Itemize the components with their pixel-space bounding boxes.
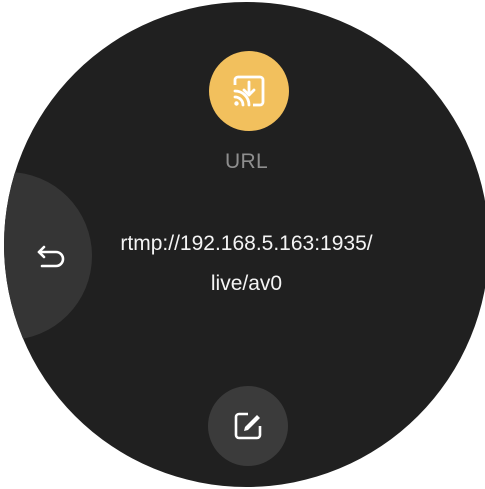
app-screen: URL rtmp://192.168.5.163:1935/ live/av0	[0, 0, 485, 489]
url-label: URL	[225, 150, 268, 173]
cast-download-icon	[233, 75, 265, 107]
edit-pencil-icon	[234, 412, 262, 440]
url-line-2: live/av0	[210, 272, 283, 295]
edit-button[interactable]	[208, 386, 288, 466]
cast-badge	[209, 51, 289, 131]
round-watch-face: URL rtmp://192.168.5.163:1935/ live/av0	[4, 2, 485, 487]
url-value: rtmp://192.168.5.163:1935/ live/av0	[4, 224, 485, 304]
url-line-1: rtmp://192.168.5.163:1935/	[120, 232, 373, 255]
